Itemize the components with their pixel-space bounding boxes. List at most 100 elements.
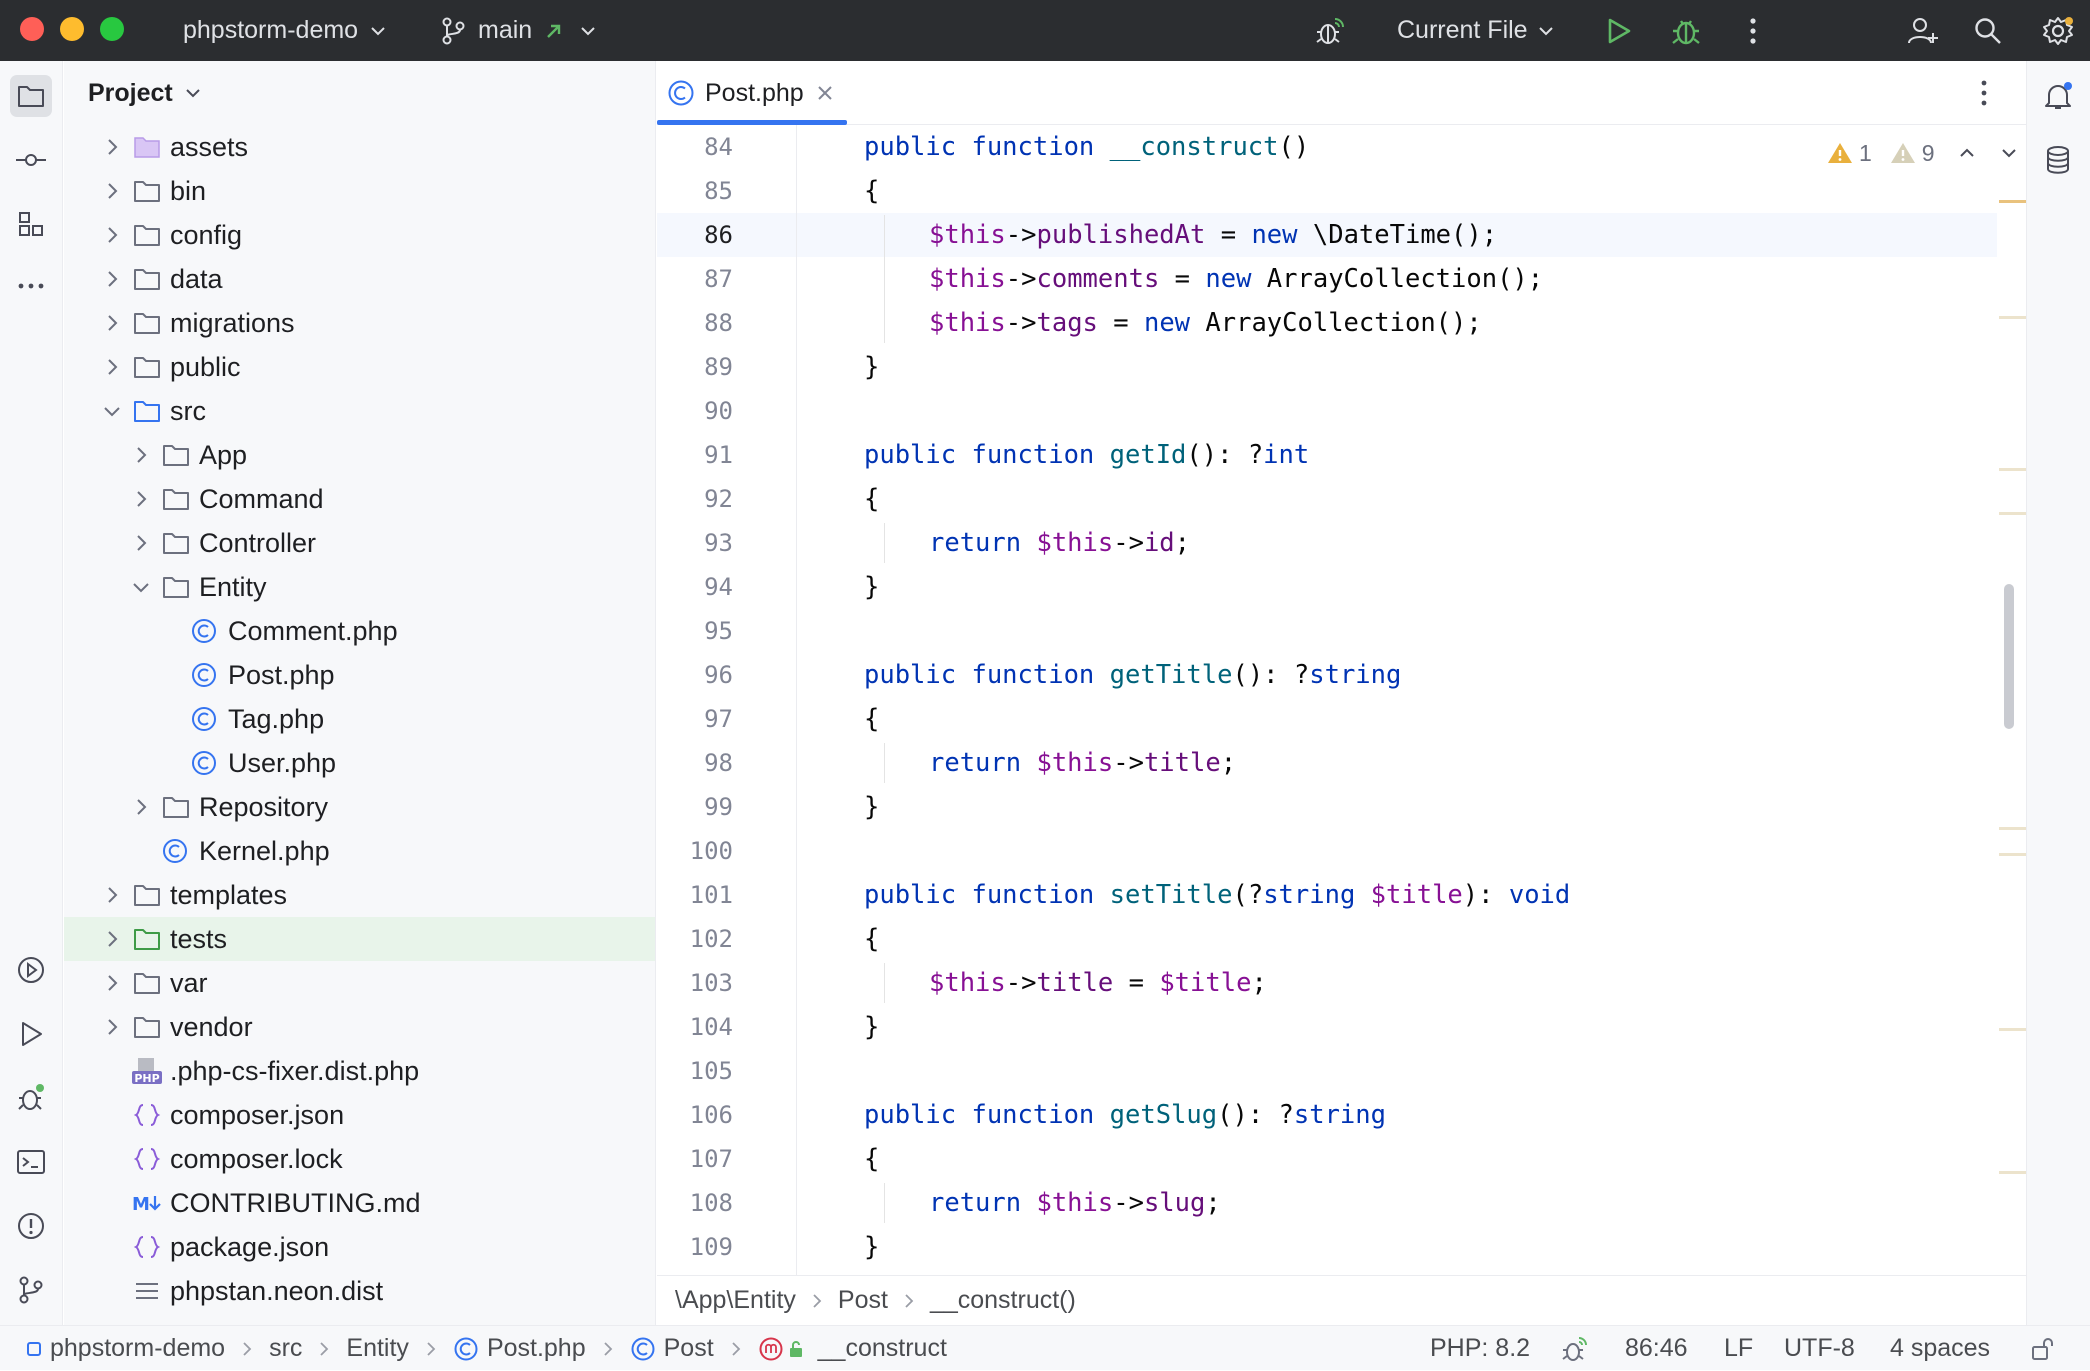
line-number[interactable]: 95: [657, 609, 733, 653]
line-number[interactable]: 105: [657, 1049, 733, 1093]
tree-item-composer-json[interactable]: composer.json: [64, 1093, 655, 1137]
code-line[interactable]: {: [864, 697, 879, 741]
warning-stripe-mark[interactable]: [1999, 853, 2026, 856]
nav-file[interactable]: Post.php: [487, 1334, 586, 1363]
read-only-toggle-icon[interactable]: [2030, 1326, 2056, 1371]
run-tool-button[interactable]: [10, 1013, 52, 1055]
minimize-window-button[interactable]: [60, 17, 84, 41]
line-number[interactable]: 92: [657, 477, 733, 521]
tree-item-tests[interactable]: tests: [64, 917, 655, 961]
line-number[interactable]: 109: [657, 1225, 733, 1269]
chevron-right-icon[interactable]: [100, 267, 124, 291]
code-line[interactable]: }: [864, 345, 879, 389]
chevron-right-icon[interactable]: [100, 135, 124, 159]
tree-item-entity[interactable]: Entity: [64, 565, 655, 609]
warning-stripe-mark[interactable]: [1999, 200, 2026, 203]
tree-item-migrations[interactable]: migrations: [64, 301, 655, 345]
tree-item-app[interactable]: App: [64, 433, 655, 477]
tree-item-post-php[interactable]: Post.php: [64, 653, 655, 697]
line-number[interactable]: 88: [657, 301, 733, 345]
chevron-up-icon[interactable]: [1957, 143, 1977, 163]
project-tool-button[interactable]: [10, 75, 52, 117]
warning-stripe-mark[interactable]: [1999, 1171, 2026, 1174]
tree-item-repository[interactable]: Repository: [64, 785, 655, 829]
line-number[interactable]: 99: [657, 785, 733, 829]
line-number[interactable]: 85: [657, 169, 733, 213]
tree-item-assets[interactable]: assets: [64, 125, 655, 169]
line-number[interactable]: 104: [657, 1005, 733, 1049]
tree-item-templates[interactable]: templates: [64, 873, 655, 917]
line-number[interactable]: 84: [657, 125, 733, 169]
run-button[interactable]: [1600, 13, 1636, 49]
tree-item-src[interactable]: src: [64, 389, 655, 433]
tree-item-kernel-php[interactable]: Kernel.php: [64, 829, 655, 873]
line-number[interactable]: 97: [657, 697, 733, 741]
warning-stripe-mark[interactable]: [1999, 512, 2026, 515]
indent-widget[interactable]: 4 spaces: [1890, 1326, 1990, 1371]
code-line[interactable]: }: [864, 1225, 879, 1269]
tree-item-public[interactable]: public: [64, 345, 655, 389]
code-line[interactable]: return $this->slug;: [929, 1181, 1221, 1225]
line-number[interactable]: 108: [657, 1181, 733, 1225]
tree-item-config[interactable]: config: [64, 213, 655, 257]
code-line[interactable]: $this->title = $title;: [929, 961, 1267, 1005]
chevron-down-icon[interactable]: [1999, 143, 2019, 163]
line-separator-widget[interactable]: LF: [1724, 1326, 1753, 1371]
line-number[interactable]: 90: [657, 389, 733, 433]
chevron-right-icon[interactable]: [100, 355, 124, 379]
tree-item-controller[interactable]: Controller: [64, 521, 655, 565]
warning-stripe-mark[interactable]: [1999, 1028, 2026, 1031]
tree-item-phpstan-neon-dist[interactable]: phpstan.neon.dist: [64, 1269, 655, 1313]
chevron-right-icon[interactable]: [100, 883, 124, 907]
line-number[interactable]: 107: [657, 1137, 733, 1181]
warning-stripe-mark[interactable]: [1999, 468, 2026, 471]
code-line[interactable]: }: [864, 1005, 879, 1049]
nav-src[interactable]: src: [269, 1334, 302, 1363]
chevron-right-icon[interactable]: [100, 927, 124, 951]
tree-item-contributing-md[interactable]: M CONTRIBUTING.md: [64, 1181, 655, 1225]
code-line[interactable]: public function setTitle(?string $title)…: [864, 873, 1570, 917]
nav-project[interactable]: phpstorm-demo: [50, 1334, 225, 1363]
project-switcher[interactable]: phpstorm-demo: [183, 0, 388, 61]
code-view[interactable]: 84 public function __construct() 85 {86 $thi…: [657, 125, 2026, 1275]
chevron-right-icon[interactable]: [100, 223, 124, 247]
chevron-right-icon[interactable]: [129, 795, 153, 819]
line-number[interactable]: 93: [657, 521, 733, 565]
code-line[interactable]: }: [864, 565, 879, 609]
code-line[interactable]: return $this->id;: [929, 521, 1190, 565]
line-number[interactable]: 103: [657, 961, 733, 1005]
close-tab-icon[interactable]: [816, 84, 834, 102]
line-number[interactable]: 100: [657, 829, 733, 873]
tree-item-package-json[interactable]: package.json: [64, 1225, 655, 1269]
chevron-right-icon[interactable]: [129, 443, 153, 467]
code-line[interactable]: public function getSlug(): ?string: [864, 1093, 1386, 1137]
nav-entity[interactable]: Entity: [346, 1334, 409, 1363]
tree-item-bin[interactable]: bin: [64, 169, 655, 213]
tree-item-comment-php[interactable]: Comment.php: [64, 609, 655, 653]
line-number[interactable]: 101: [657, 873, 733, 917]
tree-item-var[interactable]: var: [64, 961, 655, 1005]
warning-stripe-mark[interactable]: [1999, 827, 2026, 830]
chevron-down-icon[interactable]: [100, 399, 124, 423]
php-version-widget[interactable]: PHP: 8.2: [1430, 1326, 1530, 1371]
services-tool-button[interactable]: [10, 949, 52, 991]
tab-options-icon[interactable]: [1979, 78, 1989, 108]
line-number[interactable]: 87: [657, 257, 733, 301]
chevron-right-icon[interactable]: [100, 971, 124, 995]
tree-item-tag-php[interactable]: Tag.php: [64, 697, 655, 741]
code-line[interactable]: $this->publishedAt = new \DateTime();: [929, 213, 1497, 257]
nav-method[interactable]: __construct: [818, 1334, 947, 1363]
chevron-right-icon[interactable]: [100, 311, 124, 335]
close-window-button[interactable]: [20, 17, 44, 41]
line-number[interactable]: 106: [657, 1093, 733, 1137]
code-line[interactable]: {: [864, 1137, 879, 1181]
line-number[interactable]: 89: [657, 345, 733, 389]
debug-button[interactable]: [1668, 13, 1704, 49]
problems-tool-button[interactable]: [10, 1205, 52, 1247]
tree-item-data[interactable]: data: [64, 257, 655, 301]
debug-tool-button[interactable]: [10, 1077, 52, 1119]
structure-tool-button[interactable]: [10, 203, 52, 245]
code-line[interactable]: public function getId(): ?int: [864, 433, 1309, 477]
code-with-me-icon[interactable]: [1905, 13, 1941, 49]
code-line[interactable]: }: [864, 785, 879, 829]
